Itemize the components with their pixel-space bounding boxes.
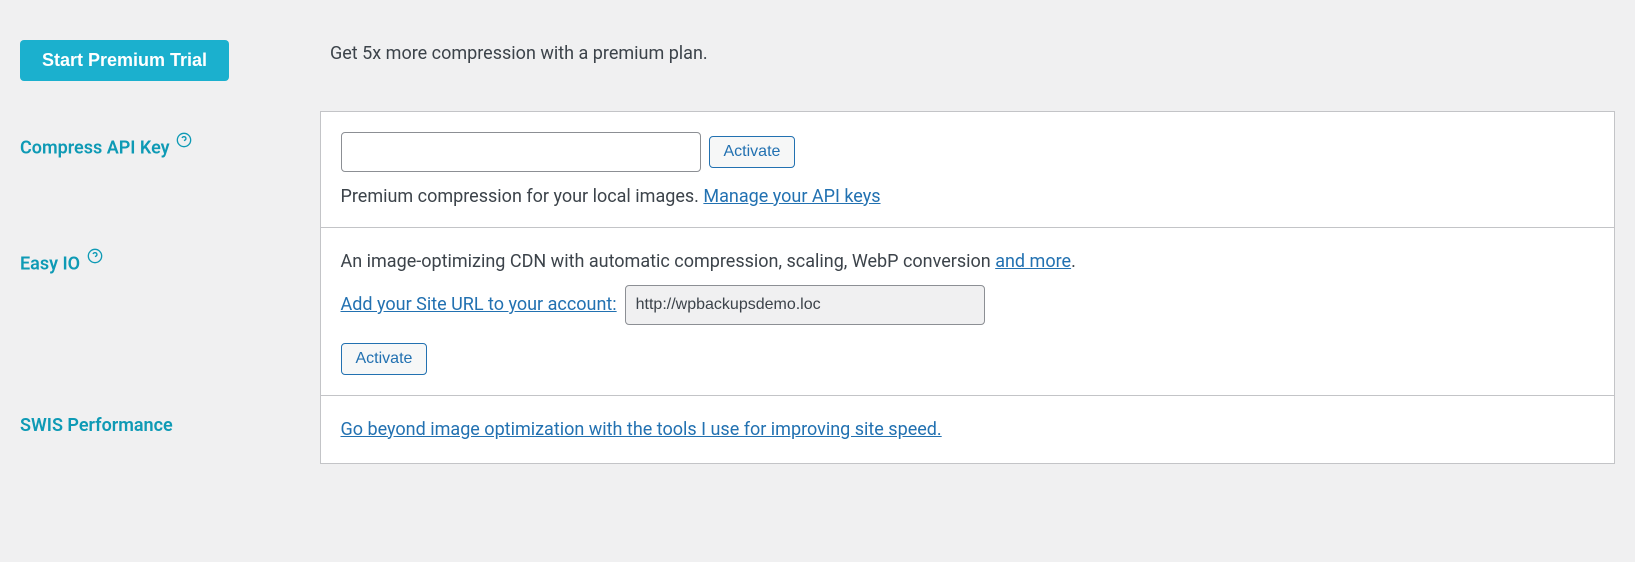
help-icon[interactable] bbox=[175, 131, 193, 149]
manage-api-keys-link[interactable]: Manage your API keys bbox=[703, 186, 880, 207]
row-easy-io: Easy IO An image-optimizing CDN with aut… bbox=[20, 227, 1615, 395]
site-url-input[interactable] bbox=[625, 285, 985, 325]
easy-io-label: Easy IO bbox=[20, 254, 80, 275]
settings-table: Start Premium Trial Get 5x more compress… bbox=[20, 20, 1615, 464]
easyio-and-more-link[interactable]: and more bbox=[995, 251, 1071, 272]
add-site-url-link[interactable]: Add your Site URL to your account: bbox=[341, 291, 617, 318]
help-icon[interactable] bbox=[86, 247, 104, 265]
easyio-description-suffix: . bbox=[1071, 251, 1076, 272]
row-compress-api-key: Compress API Key Activate Premium compre… bbox=[20, 111, 1615, 227]
row-swis-performance: SWIS Performance Go beyond image optimiz… bbox=[20, 395, 1615, 463]
compress-api-key-input[interactable] bbox=[341, 132, 701, 172]
premium-description: Get 5x more compression with a premium p… bbox=[330, 43, 708, 64]
start-premium-trial-button[interactable]: Start Premium Trial bbox=[20, 40, 229, 81]
compress-api-key-label: Compress API Key bbox=[20, 138, 170, 159]
swis-link[interactable]: Go beyond image optimization with the to… bbox=[341, 419, 942, 440]
swis-performance-label: SWIS Performance bbox=[20, 415, 173, 436]
row-premium-trial: Start Premium Trial Get 5x more compress… bbox=[20, 20, 1615, 111]
compress-activate-button[interactable]: Activate bbox=[709, 136, 796, 168]
easyio-activate-button[interactable]: Activate bbox=[341, 343, 428, 375]
easyio-description-prefix: An image-optimizing CDN with automatic c… bbox=[341, 251, 996, 272]
compress-description: Premium compression for your local image… bbox=[341, 186, 704, 207]
